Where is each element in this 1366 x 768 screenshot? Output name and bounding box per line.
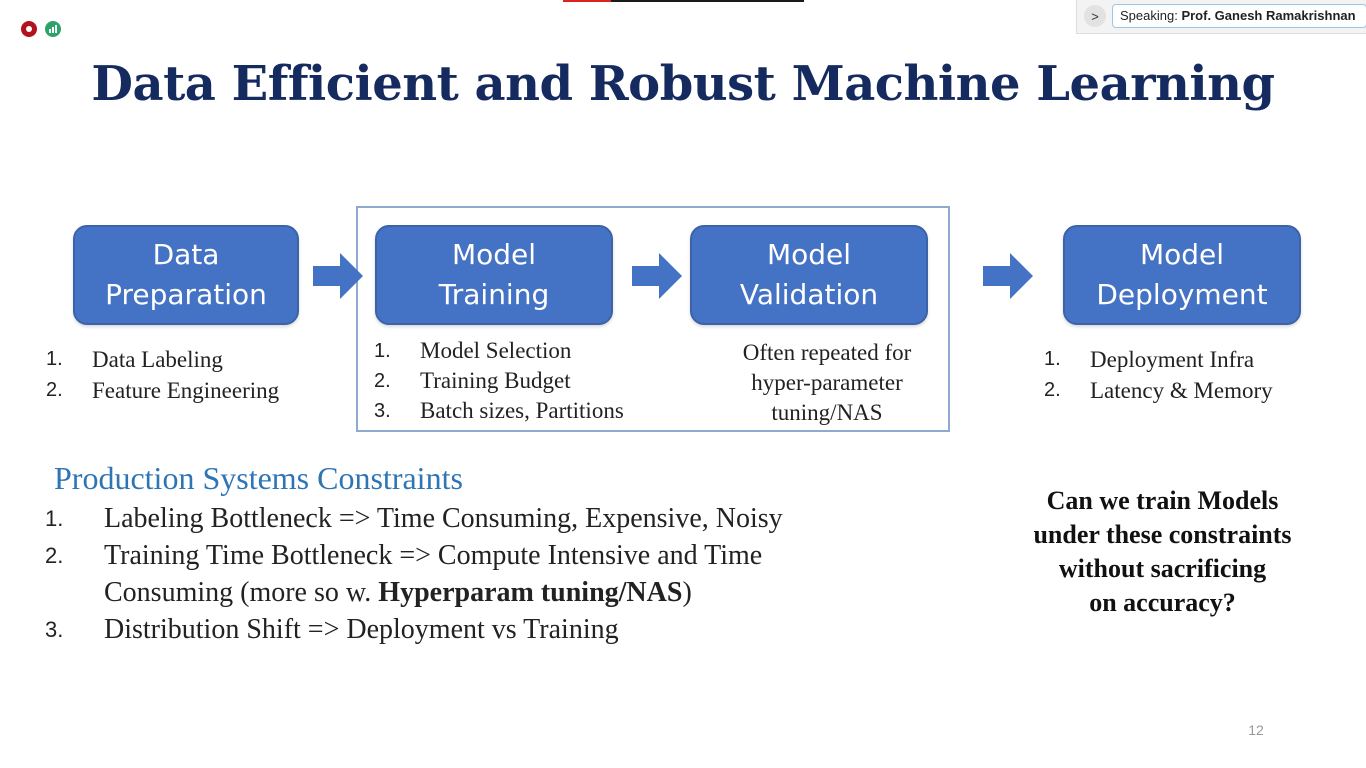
- emphasis-text: Hyperparam tuning/NAS: [378, 577, 683, 608]
- page-number: 12: [1248, 722, 1264, 738]
- list-item: 1. Data Labeling: [46, 347, 223, 372]
- note-line: hyper-parameter: [751, 370, 903, 395]
- stage-line: Preparation: [105, 278, 267, 311]
- speaker-name: Prof. Ganesh Ramakrishnan: [1181, 8, 1356, 23]
- stage-line: Data: [152, 238, 220, 271]
- stage-model-validation: Model Validation: [690, 225, 928, 325]
- list-item: 1. Labeling Bottleneck => Time Consuming,…: [45, 503, 783, 534]
- note-line: tuning/NAS: [771, 400, 883, 425]
- stage-data-preparation: Data Preparation: [73, 225, 299, 325]
- key-question: Can we train Models under these constrai…: [990, 484, 1335, 620]
- flow-arrow-icon: [983, 253, 1033, 299]
- question-line: without sacrificing: [1058, 554, 1267, 583]
- list-item: 2. Feature Engineering: [46, 378, 280, 403]
- question-line: Can we train Models: [1046, 486, 1279, 515]
- stage-model-training: Model Training: [375, 225, 613, 325]
- list-item: 1. Deployment Infra: [1044, 347, 1255, 372]
- slide-title: Data Efficient and Robust Machine Learni…: [91, 56, 1275, 112]
- stage-line: Validation: [739, 278, 879, 311]
- stage-line: Model: [1139, 238, 1225, 271]
- question-line: on accuracy?: [1089, 588, 1236, 617]
- flow-arrow-icon: [632, 253, 682, 299]
- list-item-text: Feature Engineering: [92, 378, 280, 403]
- stage-line: Model: [766, 238, 852, 271]
- list-item-text: Batch sizes, Partitions: [420, 398, 624, 423]
- flow-arrow-icon: [313, 253, 363, 299]
- recording-icon: [21, 21, 37, 37]
- model-deployment-list: 1. Deployment Infra 2. Latency & Memory: [1044, 344, 1273, 406]
- collapse-chevron-icon[interactable]: >: [1084, 5, 1106, 27]
- list-item: 2. Training Time Bottleneck => Compute In…: [45, 540, 763, 608]
- list-item: 3. Distribution Shift => Deployment vs Tr…: [45, 614, 619, 645]
- list-item-text: Deployment Infra: [1090, 347, 1255, 372]
- list-item-text: Data Labeling: [92, 347, 223, 372]
- list-item-text: Distribution Shift => Deployment vs Trai…: [104, 614, 619, 645]
- list-item: 1. Model Selection: [374, 338, 572, 363]
- stage-line: Model: [451, 238, 537, 271]
- list-item-text: Training Budget: [420, 368, 571, 393]
- screen-share-indicator: [563, 0, 804, 2]
- constraints-heading: Production Systems Constraints: [54, 460, 463, 496]
- list-item-text: Latency & Memory: [1090, 378, 1273, 403]
- list-item: 2. Training Budget: [374, 368, 571, 393]
- list-item: 2. Latency & Memory: [1044, 378, 1273, 403]
- question-line: under these constraints: [1033, 520, 1292, 549]
- constraints-list: 1. Labeling Bottleneck => Time Consuming,…: [45, 500, 905, 648]
- stage-line: Deployment: [1096, 278, 1268, 311]
- stage-line: Training: [438, 278, 550, 311]
- note-line: Often repeated for: [742, 340, 912, 365]
- list-item-text: ): [682, 577, 692, 608]
- stage-model-deployment: Model Deployment: [1063, 225, 1301, 325]
- speaking-label: Speaking:: [1120, 8, 1178, 23]
- data-preparation-list: 1. Data Labeling 2. Feature Engineering: [46, 344, 279, 406]
- list-item: 3. Batch sizes, Partitions: [374, 398, 624, 423]
- active-speaker-label[interactable]: Speaking: Prof. Ganesh Ramakrishnan: [1112, 4, 1366, 28]
- list-item-text: Model Selection: [420, 338, 572, 363]
- list-item-text: Labeling Bottleneck => Time Consuming, E…: [104, 503, 783, 534]
- signal-strength-icon[interactable]: [45, 21, 61, 37]
- model-training-list: 1. Model Selection 2. Training Budget 3. Ba…: [374, 336, 624, 426]
- validation-note: Often repeated for hyper-parameter tunin…: [712, 338, 942, 428]
- speaker-bar: > Speaking: Prof. Ganesh Ramakrishnan: [1076, 0, 1366, 34]
